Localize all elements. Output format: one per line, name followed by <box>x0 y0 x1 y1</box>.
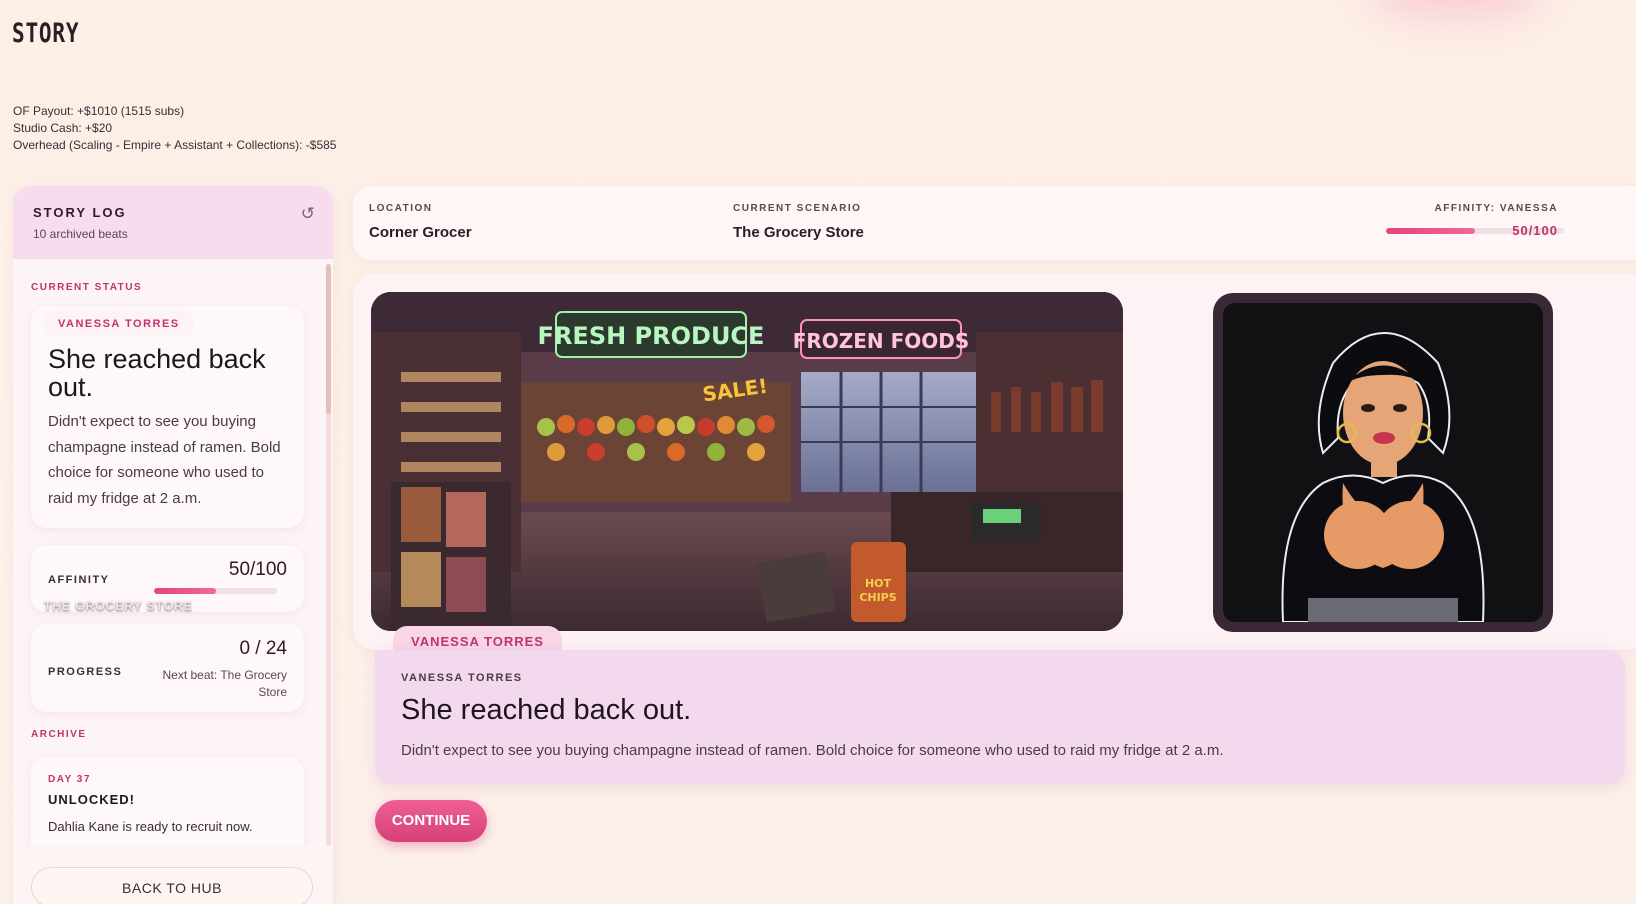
scrollbar-thumb[interactable] <box>326 264 331 414</box>
progress-value: 0 / 24 <box>239 638 287 659</box>
scene-media-panel: FRESH PRODUCE FROZEN FOODS SALE! HOT CHI… <box>353 274 1636 650</box>
sidebar-title: STORY LOG <box>33 205 127 220</box>
page-title: STORY <box>12 18 80 49</box>
sidebar-header: STORY LOG 10 archived beats ↺ <box>13 186 333 259</box>
scene-heading: She reached back out. <box>48 344 266 402</box>
svg-text:CHIPS: CHIPS <box>859 591 896 604</box>
character-portrait <box>1213 293 1553 632</box>
affinity-vanessa-value: 50/100 <box>1512 223 1558 238</box>
continue-button[interactable]: CONTINUE <box>375 800 487 842</box>
progress-label: PROGRESS <box>48 666 123 678</box>
archive-item[interactable]: DAY 37 UNLOCKED! Dahlia Kane is ready to… <box>31 757 304 846</box>
decorative-glow <box>1366 0 1546 20</box>
refresh-icon[interactable]: ↺ <box>301 204 315 224</box>
affinity-vanessa-label: AFFINITY: VANESSA <box>1434 203 1558 214</box>
progress-card: PROGRESS 0 / 24 Next beat: The Grocery S… <box>31 624 304 712</box>
archive-title: UNLOCKED! <box>48 792 135 807</box>
payout-line-overhead: Overhead (Scaling - Empire + Assistant +… <box>13 138 337 152</box>
character-name-chip: VANESSA TORRES <box>44 311 194 337</box>
scene-status-card: SCENE READY She reached back out. Didn't… <box>31 306 304 528</box>
affinity-bar-fill <box>154 588 216 594</box>
affinity-vanessa-bar-fill <box>1386 228 1475 234</box>
frozen-foods-sign: FROZEN FOODS <box>793 329 970 353</box>
location-value: Corner Grocer <box>369 224 472 241</box>
dialogue-speaker: VANESSA TORRES <box>401 672 523 684</box>
dialogue-box: VANESSA TORRES She reached back out. Did… <box>375 650 1625 784</box>
payout-line-studio: Studio Cash: +$20 <box>13 121 113 135</box>
affinity-value: 50/100 <box>228 559 287 580</box>
current-status-label: CURRENT STATUS <box>31 282 143 293</box>
vanessa-avatar-illustration <box>1281 332 1485 622</box>
affinity-bar <box>154 588 277 594</box>
payout-line-of: OF Payout: +$1010 (1515 subs) <box>13 104 185 118</box>
character-portrait-image <box>1223 303 1543 622</box>
grocery-store-illustration: FRESH PRODUCE FROZEN FOODS SALE! HOT CHI… <box>371 292 1123 631</box>
archive-day: DAY 37 <box>48 774 91 785</box>
scene-image-caption: THE GROCERY STORE <box>44 599 193 613</box>
payout-summary: OF Payout: +$1010 (1515 subs) Studio Cas… <box>13 103 336 154</box>
affinity-label: AFFINITY <box>48 574 110 586</box>
sidebar-subtitle: 10 archived beats <box>33 227 128 241</box>
dialogue-body: Didn't expect to see you buying champagn… <box>401 742 1224 759</box>
back-to-hub-button[interactable]: BACK TO HUB <box>31 867 313 904</box>
scene-body: Didn't expect to see you buying champagn… <box>48 413 281 507</box>
scene-image: FRESH PRODUCE FROZEN FOODS SALE! HOT CHI… <box>371 292 1123 631</box>
scene-info-bar: LOCATION Corner Grocer CURRENT SCENARIO … <box>353 186 1636 260</box>
scenario-label: CURRENT SCENARIO <box>733 203 862 214</box>
archive-body: Dahlia Kane is ready to recruit now. <box>48 819 253 834</box>
fresh-produce-sign: FRESH PRODUCE <box>538 322 765 350</box>
progress-next-beat: Next beat: The Grocery Store <box>162 668 288 699</box>
dialogue-heading: She reached back out. <box>401 694 692 726</box>
location-label: LOCATION <box>369 203 433 214</box>
archive-label: ARCHIVE <box>31 729 87 740</box>
svg-text:HOT: HOT <box>865 577 892 590</box>
story-log-sidebar: STORY LOG 10 archived beats ↺ CURRENT ST… <box>13 186 333 904</box>
scenario-value: The Grocery Store <box>733 224 864 241</box>
sidebar-scroll-area[interactable]: CURRENT STATUS SCENE READY She reached b… <box>13 259 333 846</box>
